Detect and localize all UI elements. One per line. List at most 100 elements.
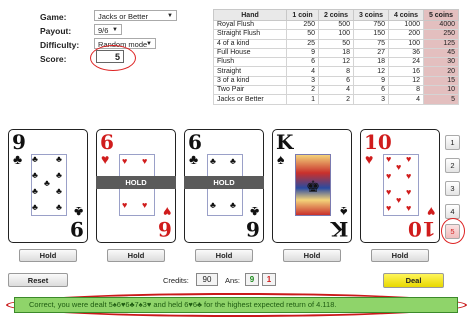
paytable-payout-cell: 30 bbox=[423, 57, 459, 68]
reset-button[interactable]: Reset bbox=[8, 273, 68, 287]
paytable-row: Royal Flush 250 500 750 1000 4000 bbox=[213, 19, 459, 31]
coin-button-4[interactable]: 4 bbox=[445, 204, 460, 219]
card-suit-icon: ♣ bbox=[249, 204, 259, 220]
paytable-payout-cell: 6 bbox=[318, 75, 354, 87]
card-pip-icon: ♣ bbox=[210, 200, 216, 210]
card-rank: 6 bbox=[158, 217, 172, 241]
paytable-hand-name: Jacks or Better bbox=[213, 94, 287, 105]
paytable-hand-name: Full House bbox=[213, 47, 287, 59]
paytable-row: Straight 4 8 12 16 20 bbox=[213, 66, 459, 77]
paytable-payout-cell: 500 bbox=[318, 19, 354, 31]
hold-indicator: HOLD bbox=[96, 176, 176, 189]
paytable-payout-cell: 27 bbox=[353, 47, 389, 59]
game-select[interactable]: Jacks or Better ▼ bbox=[94, 10, 177, 21]
answers-label: Ans: bbox=[225, 276, 241, 285]
paytable-row: Flush 6 12 18 24 30 bbox=[213, 57, 459, 68]
paytable-hand-name: Straight Flush bbox=[213, 29, 287, 40]
coin-button-2[interactable]: 2 bbox=[445, 158, 460, 173]
paytable-payout-cell: 12 bbox=[318, 57, 354, 68]
credits-label: Credits: bbox=[163, 276, 189, 285]
paytable-row: 4 of a kind 25 50 75 100 125 bbox=[213, 38, 459, 49]
paytable-payout-cell: 1000 bbox=[388, 19, 424, 31]
card-pip-icon: ♥ bbox=[122, 156, 128, 166]
hold-button[interactable]: Hold bbox=[371, 249, 429, 262]
card-rank: K bbox=[276, 130, 294, 154]
card-pip-icon: ♥ bbox=[386, 171, 392, 181]
paytable-header-row: Hand 1 coin 2 coins 3 coins 4 coins 5 co… bbox=[213, 9, 459, 21]
card-suit-icon: ♠ bbox=[277, 151, 285, 167]
paytable-header: Hand bbox=[213, 9, 287, 21]
paytable-header: 4 coins bbox=[388, 9, 424, 21]
card-pip-icon: ♣ bbox=[32, 154, 38, 164]
card-pip-icon: ♣ bbox=[56, 186, 62, 196]
card-pip-icon: ♣ bbox=[32, 186, 38, 196]
answers-wrong-count: 1 bbox=[262, 273, 276, 286]
paytable-payout-cell: 50 bbox=[318, 38, 354, 49]
card-suit-icon: ♥ bbox=[101, 151, 110, 167]
result-message: Correct, you were dealt 5♠6♥6♣7♠3♥ and h… bbox=[14, 297, 458, 313]
hold-button[interactable]: Hold bbox=[283, 249, 341, 262]
paytable-payout-cell: 8 bbox=[318, 66, 354, 77]
paytable-row: Straight Flush 50 100 150 200 250 bbox=[213, 29, 459, 40]
card-pip-icon: ♥ bbox=[396, 162, 402, 172]
answers-correct-count: 9 bbox=[245, 273, 259, 286]
card-center: ♚ bbox=[295, 154, 331, 216]
card-pip-icon: ♥ bbox=[406, 203, 412, 213]
paytable-payout-cell: 12 bbox=[353, 66, 389, 77]
card-pip-icon: ♣ bbox=[56, 202, 62, 212]
card-suit-icon: ♥ bbox=[365, 151, 374, 167]
card-pip-icon: ♥ bbox=[142, 156, 148, 166]
paytable-payout-cell: 18 bbox=[318, 47, 354, 59]
paytable-payout-cell: 250 bbox=[286, 19, 319, 31]
deal-button[interactable]: Deal bbox=[383, 273, 444, 288]
paytable-payout-cell: 20 bbox=[423, 66, 459, 77]
paytable-header: 2 coins bbox=[318, 9, 354, 21]
paytable-payout-cell: 150 bbox=[353, 29, 389, 40]
paytable-payout-cell: 50 bbox=[286, 29, 319, 40]
paytable-payout-cell: 4 bbox=[286, 66, 319, 77]
coin-button-1[interactable]: 1 bbox=[445, 135, 460, 150]
paytable-payout-cell: 3 bbox=[353, 94, 389, 105]
paytable-payout-cell: 12 bbox=[388, 75, 424, 87]
paytable-payout-cell: 6 bbox=[286, 57, 319, 68]
card-pip-icon: ♣ bbox=[56, 154, 62, 164]
card-pip-icon: ♥ bbox=[406, 187, 412, 197]
card-pip-icon: ♣ bbox=[230, 156, 236, 166]
card-center: ♥ ♥ ♥ ♥ ♥ ♥ ♥ ♥ ♥ ♥ bbox=[383, 154, 419, 216]
paytable-header: 1 coin bbox=[286, 9, 319, 21]
paytable-payout-cell: 6 bbox=[353, 85, 389, 96]
card-pip-icon: ♥ bbox=[406, 154, 412, 164]
paytable: Hand 1 coin 2 coins 3 coins 4 coins 5 co… bbox=[213, 9, 459, 105]
hold-button[interactable]: Hold bbox=[107, 249, 165, 262]
playing-card[interactable]: 10 ♥ 10 ♥ ♥ ♥ ♥ ♥ ♥ ♥ ♥ ♥ ♥ ♥ bbox=[360, 129, 440, 243]
paytable-payout-cell: 3 bbox=[286, 75, 319, 87]
card-rank: 6 bbox=[100, 130, 114, 154]
card-rank: K bbox=[330, 217, 348, 241]
coin-5-highlight-ring bbox=[441, 218, 465, 244]
paytable-hand-name: Royal Flush bbox=[213, 19, 287, 31]
paytable-payout-cell: 100 bbox=[388, 38, 424, 49]
paytable-payout-cell: 36 bbox=[388, 47, 424, 59]
payout-select[interactable]: 9/6 ▼ bbox=[94, 24, 122, 35]
paytable-payout-cell: 4 bbox=[388, 94, 424, 105]
card-suit-icon: ♥ bbox=[426, 204, 435, 220]
hold-button[interactable]: Hold bbox=[19, 249, 77, 262]
paytable-payout-cell: 16 bbox=[388, 66, 424, 77]
hold-button[interactable]: Hold bbox=[195, 249, 253, 262]
card-pip-icon: ♣ bbox=[32, 170, 38, 180]
paytable-payout-cell: 2 bbox=[318, 94, 354, 105]
playing-card[interactable]: K ♠ K ♠ ♚ bbox=[272, 129, 352, 243]
coin-button-3[interactable]: 3 bbox=[445, 181, 460, 196]
playing-card[interactable]: 9 ♣ 9 ♣ ♣ ♣ ♣ ♣ ♣ ♣ ♣ ♣ ♣ bbox=[8, 129, 88, 243]
paytable-payout-cell: 9 bbox=[353, 75, 389, 87]
paytable-hand-name: Two Pair bbox=[213, 85, 287, 96]
card-pip-icon: ♥ bbox=[406, 171, 412, 181]
difficulty-label: Difficulty: bbox=[40, 40, 80, 50]
card-pip-icon: ♥ bbox=[122, 200, 128, 210]
score-label: Score: bbox=[40, 54, 67, 64]
card-rank: 10 bbox=[364, 130, 392, 154]
paytable-payout-cell: 10 bbox=[423, 85, 459, 96]
paytable-payout-cell: 24 bbox=[388, 57, 424, 68]
chevron-down-icon: ▼ bbox=[167, 13, 173, 19]
card-rank: 9 bbox=[12, 130, 26, 154]
